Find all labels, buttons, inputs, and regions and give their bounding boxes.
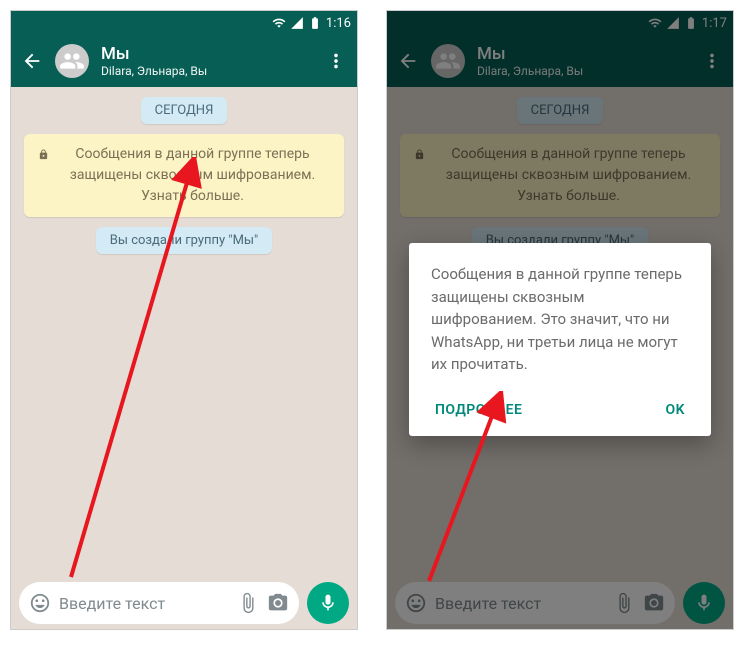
dialog-text: Сообщения в данной группе теперь защищен… bbox=[431, 263, 689, 376]
more-icon[interactable] bbox=[325, 50, 347, 72]
group-avatar[interactable] bbox=[55, 44, 89, 78]
chat-area: СЕГОДНЯ Сообщения в данной группе теперь… bbox=[11, 87, 357, 577]
back-icon[interactable] bbox=[21, 50, 43, 72]
chat-subtitle: Dilara, Эльнара, Вы bbox=[101, 64, 313, 78]
emoji-icon[interactable] bbox=[29, 592, 51, 614]
phone-right: 1:17 Мы Dilara, Эльнара, Вы СЕГОДНЯ Сооб… bbox=[386, 10, 734, 630]
encryption-text: Сообщения в данной группе теперь защищен… bbox=[55, 144, 330, 207]
ok-button[interactable]: OK bbox=[661, 394, 689, 426]
system-message: Вы создали группу "Мы" bbox=[96, 227, 272, 254]
input-placeholder: Введите текст bbox=[59, 594, 229, 613]
battery-icon bbox=[308, 16, 322, 30]
header-title-block[interactable]: Мы Dilara, Эльнара, Вы bbox=[101, 44, 313, 79]
annotation-arrow bbox=[51, 157, 211, 587]
phone-left: 1:16 Мы Dilara, Эльнара, Вы СЕГОДНЯ Сооб… bbox=[10, 10, 358, 630]
lock-icon bbox=[38, 144, 49, 157]
learn-more-button[interactable]: ПОДРОБНЕЕ bbox=[431, 394, 526, 426]
status-time: 1:16 bbox=[326, 16, 351, 31]
message-input[interactable]: Введите текст bbox=[19, 582, 299, 624]
date-pill: СЕГОДНЯ bbox=[141, 97, 228, 124]
statusbar: 1:16 bbox=[11, 11, 357, 35]
camera-icon[interactable] bbox=[267, 592, 289, 614]
chat-header: Мы Dilara, Эльнара, Вы bbox=[11, 35, 357, 87]
encryption-dialog: Сообщения в данной группе теперь защищен… bbox=[409, 243, 711, 436]
signal-icon bbox=[290, 16, 304, 30]
attach-icon[interactable] bbox=[237, 592, 259, 614]
chat-title: Мы bbox=[101, 44, 313, 64]
dialog-actions: ПОДРОБНЕЕ OK bbox=[431, 394, 689, 426]
wifi-icon bbox=[272, 16, 286, 30]
mic-icon bbox=[318, 593, 338, 613]
encryption-notice[interactable]: Сообщения в данной группе теперь защищен… bbox=[24, 134, 344, 217]
mic-button[interactable] bbox=[307, 582, 349, 624]
input-bar: Введите текст bbox=[11, 577, 357, 629]
